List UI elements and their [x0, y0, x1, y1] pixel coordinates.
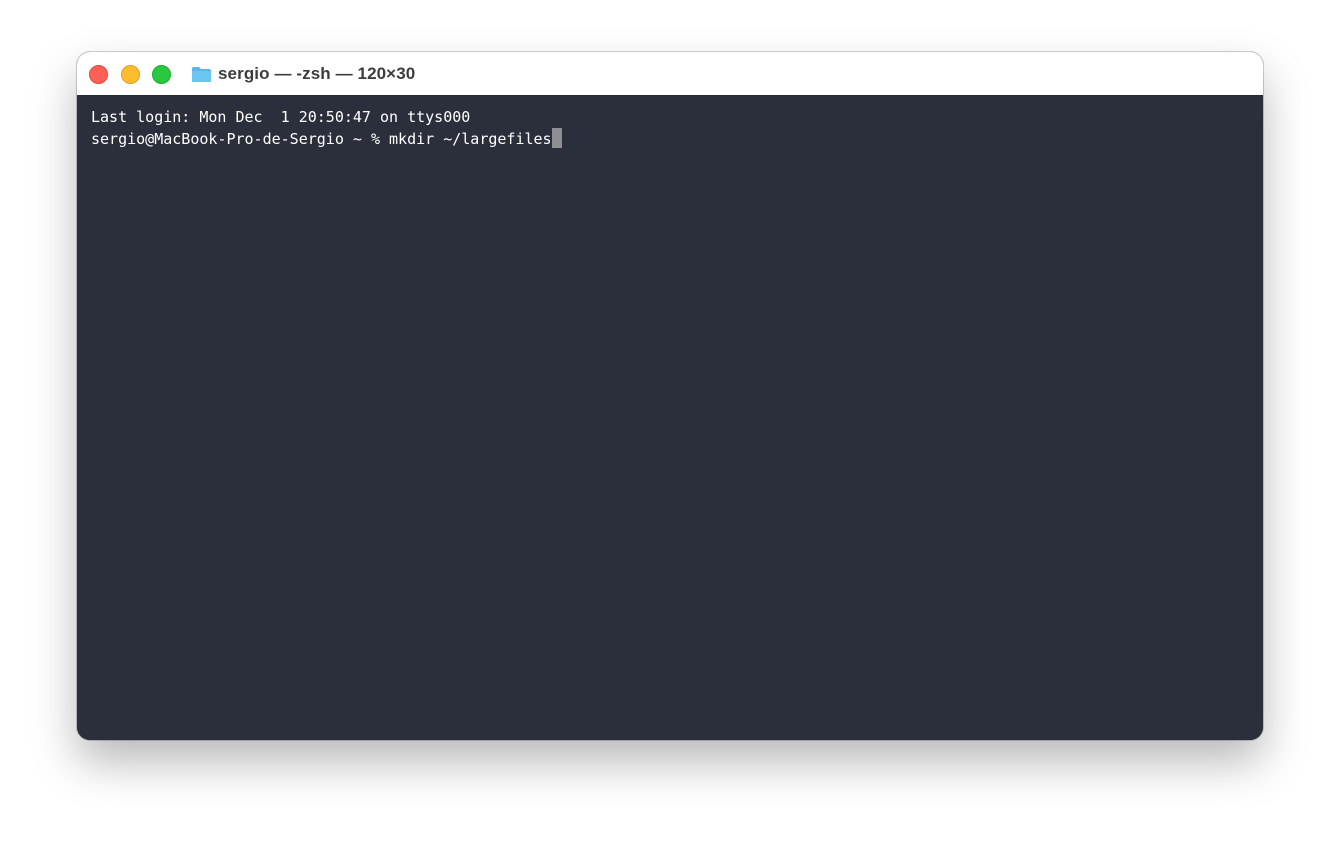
text-cursor — [551, 128, 562, 148]
terminal-content[interactable]: Last login: Mon Dec 1 20:50:47 on ttys00… — [77, 97, 1263, 740]
window-title: sergio — -zsh — 120×30 — [218, 64, 416, 83]
folder-icon — [192, 66, 211, 82]
terminal-window: sergio — -zsh — 120×30 Last login: Mon D… — [77, 52, 1263, 740]
typed-command: mkdir ~/largefiles — [389, 130, 552, 148]
close-button[interactable] — [89, 65, 108, 84]
shell-prompt: sergio@MacBook-Pro-de-Sergio ~ % — [91, 130, 390, 148]
title-bar[interactable]: sergio — -zsh — 120×30 — [77, 52, 1263, 96]
last-login-line: Last login: Mon Dec 1 20:50:47 on ttys00… — [91, 108, 471, 126]
window-title-group: sergio — -zsh — 120×30 — [191, 52, 415, 96]
command-line[interactable]: sergio@MacBook-Pro-de-Sergio ~ % mkdir ~… — [91, 128, 1249, 149]
zoom-button[interactable] — [152, 65, 171, 84]
minimize-button[interactable] — [121, 65, 140, 84]
